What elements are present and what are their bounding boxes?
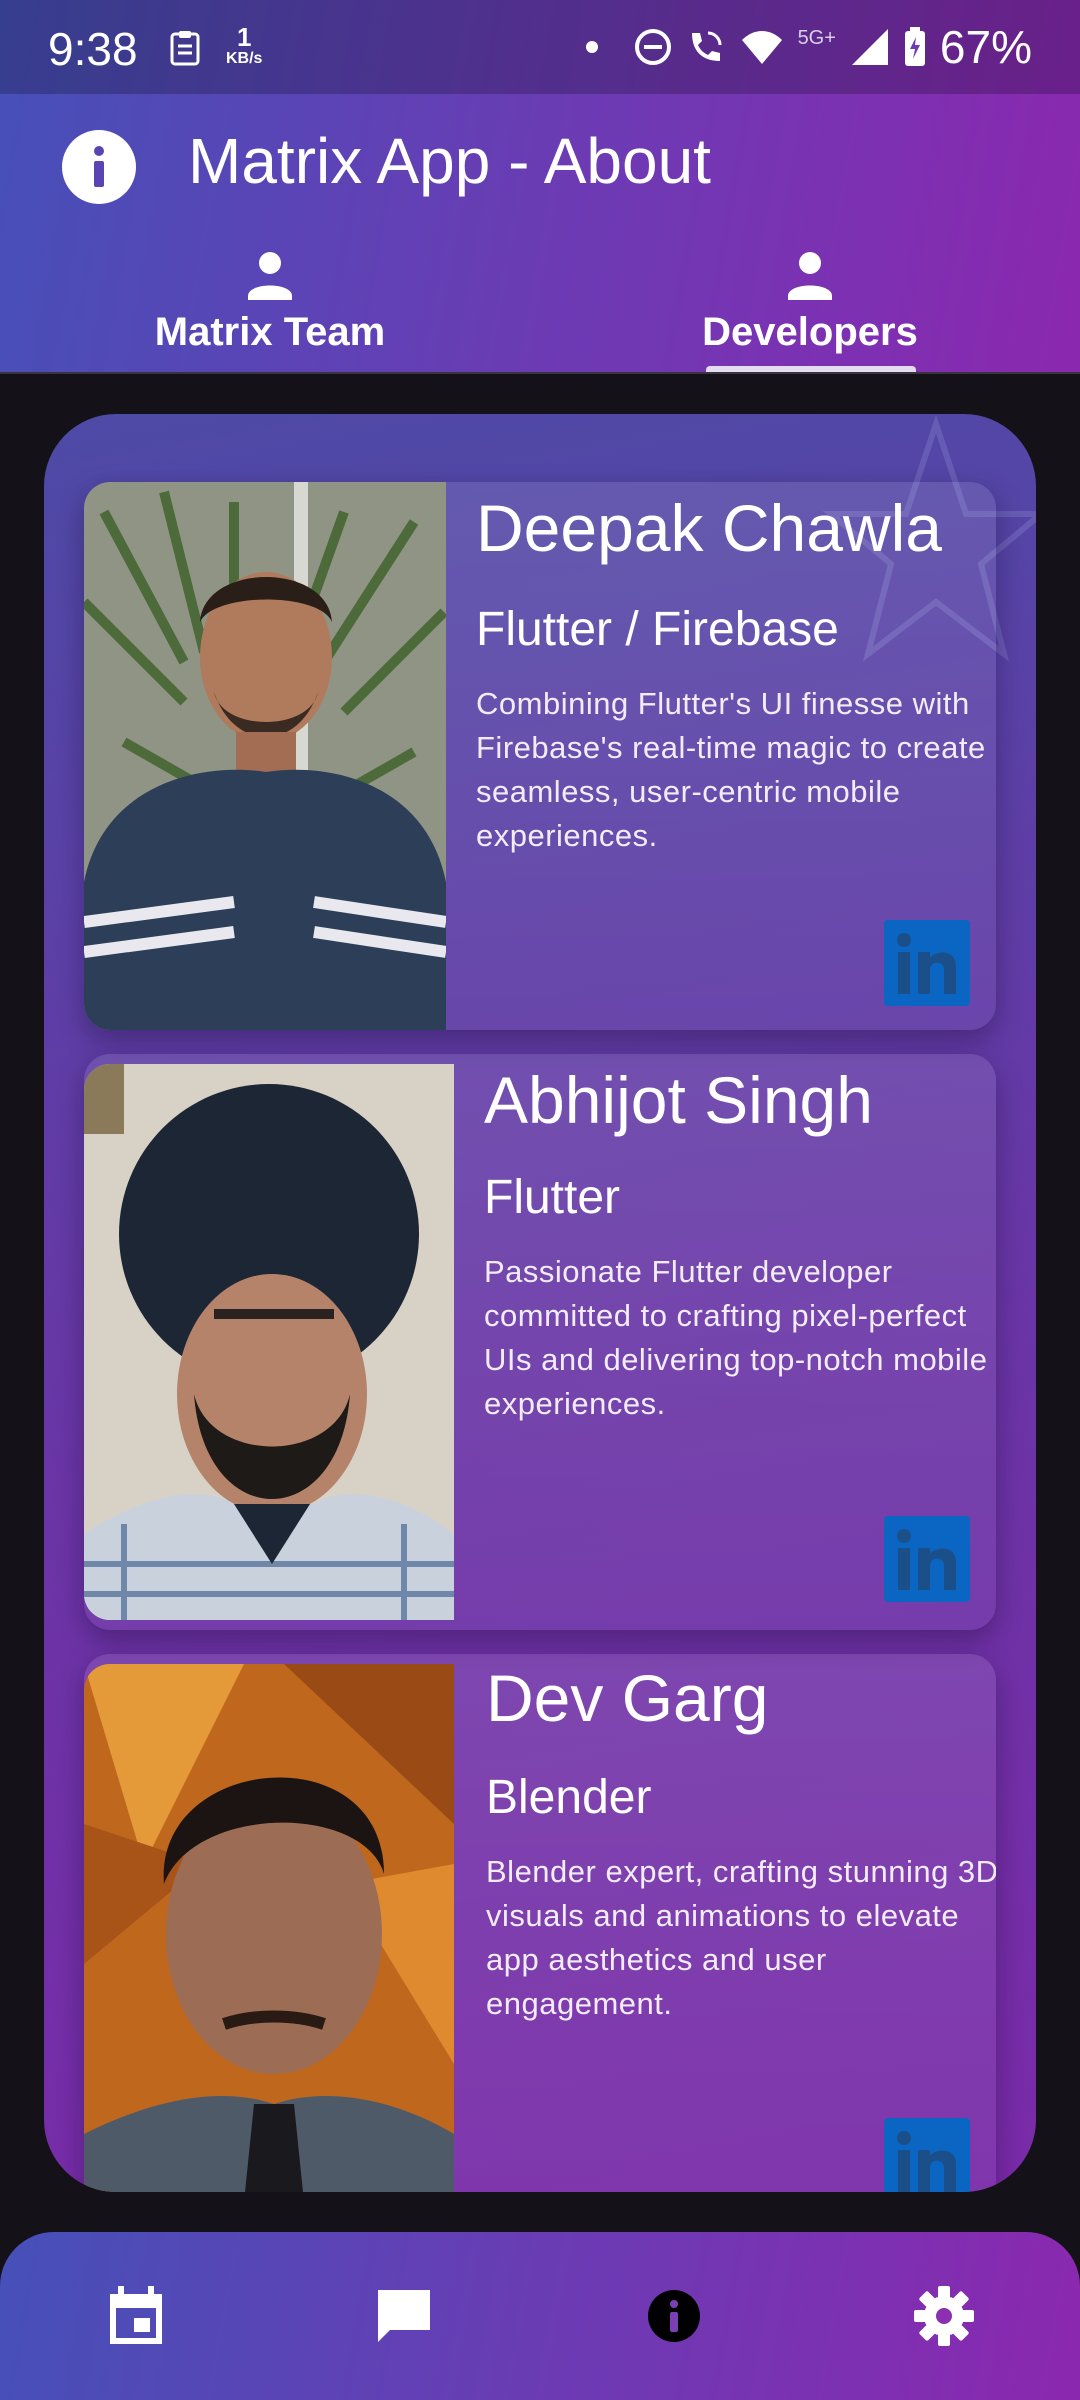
info-icon xyxy=(94,146,104,187)
net-speed-value: 1 xyxy=(236,22,252,52)
tab-label: Matrix Team xyxy=(154,310,386,354)
app-bar: 9:38 1 KB/s 5G+ 67% Matrix App - About M… xyxy=(0,0,1080,374)
developer-description: Combining Flutter's UI finesse with Fire… xyxy=(476,686,986,853)
page-title: Matrix App - About xyxy=(188,125,711,197)
developer-photo xyxy=(84,482,446,1030)
do-not-disturb-icon xyxy=(634,29,671,65)
settings-icon xyxy=(914,2286,974,2346)
cell-signal-icon xyxy=(851,29,888,65)
developer-name: Abhijot Singh xyxy=(484,1063,873,1137)
person-icon xyxy=(248,252,292,300)
linkedin-icon xyxy=(897,2131,956,2192)
divider xyxy=(0,372,1080,374)
chat-icon xyxy=(378,2290,430,2342)
linkedin-button[interactable] xyxy=(884,1516,970,1602)
tab-label: Developers xyxy=(702,310,918,354)
net-speed: 1 KB/s xyxy=(226,24,262,68)
battery-percent: 67% xyxy=(939,21,1032,73)
person-icon xyxy=(788,252,832,300)
developer-card: Dev Garg Blender Blender expert, craftin… xyxy=(84,1654,996,2192)
developer-role: Flutter xyxy=(484,1171,621,1224)
info-icon xyxy=(648,2290,700,2342)
nav-about[interactable] xyxy=(642,2284,706,2348)
status-icons: 5G+ 67% xyxy=(585,20,1032,74)
calendar-icon xyxy=(110,2286,162,2344)
nav-calendar[interactable] xyxy=(104,2284,168,2348)
linkedin-icon xyxy=(897,1529,956,1590)
nav-settings[interactable] xyxy=(912,2284,976,2348)
status-bar: 9:38 1 KB/s 5G+ 67% xyxy=(0,0,1080,94)
tab-developers[interactable]: Developers xyxy=(540,246,1080,374)
battery-icon xyxy=(904,27,925,66)
developer-description: Passionate Flutter developer committed t… xyxy=(484,1254,988,1421)
notification-dot-icon xyxy=(585,41,598,53)
net-speed-unit: KB/s xyxy=(226,50,263,67)
developer-role: Flutter / Firebase xyxy=(476,603,839,656)
developer-name: Dev Garg xyxy=(486,1661,769,1735)
developer-photo xyxy=(84,1664,454,2192)
wifi-call-icon xyxy=(691,31,722,61)
developer-description: Blender expert, crafting stunning 3D vis… xyxy=(486,1854,996,2021)
developers-panel[interactable]: Deepak Chawla Flutter / Firebase Combini… xyxy=(44,414,1036,2192)
developer-name: Deepak Chawla xyxy=(476,491,942,565)
nav-chat[interactable] xyxy=(372,2284,436,2348)
status-time: 9:38 xyxy=(48,23,138,75)
developer-card: Abhijot Singh Flutter Passionate Flutter… xyxy=(84,1054,996,1630)
about-info-button[interactable] xyxy=(62,130,136,204)
developer-card: Deepak Chawla Flutter / Firebase Combini… xyxy=(84,482,996,1030)
tab-matrix-team[interactable]: Matrix Team xyxy=(0,246,540,374)
signal-label: 5G+ xyxy=(797,26,836,49)
clipboard-icon xyxy=(170,31,200,66)
bottom-navigation xyxy=(0,2232,1080,2400)
linkedin-icon xyxy=(897,933,956,994)
developer-photo xyxy=(84,1064,454,1620)
linkedin-button[interactable] xyxy=(884,920,970,1006)
linkedin-button[interactable] xyxy=(884,2118,970,2192)
wifi-icon xyxy=(741,31,782,64)
developer-role: Blender xyxy=(486,1771,652,1824)
